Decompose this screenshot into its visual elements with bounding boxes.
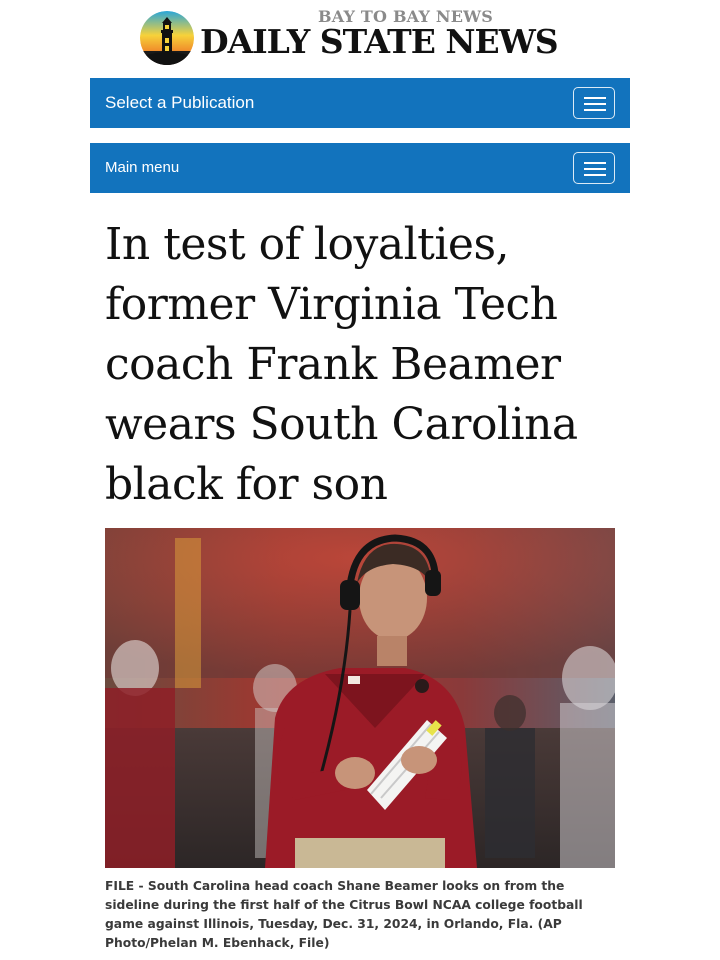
publication-selector-label[interactable]: Select a Publication (105, 78, 254, 128)
masthead: BAY TO BAY NEWS DAILY STATE NEWS (0, 0, 720, 72)
photo-caption: FILE - South Carolina head coach Shane B… (105, 879, 583, 950)
hamburger-menu-icon (584, 103, 606, 105)
hamburger-menu-icon (584, 174, 606, 176)
article-photo[interactable] (105, 528, 615, 868)
masthead-brand-title[interactable]: DAILY STATE NEWS (200, 22, 559, 61)
article-headline: In test of loyalties, former Virginia Te… (105, 219, 578, 510)
publication-menu-toggle-button[interactable] (573, 87, 615, 119)
main-menu-bar[interactable]: Main menu (90, 143, 630, 193)
hamburger-menu-icon (584, 168, 606, 170)
hamburger-menu-icon (584, 109, 606, 111)
hamburger-menu-icon (584, 97, 606, 99)
hamburger-menu-icon (584, 162, 606, 164)
publication-selector-bar[interactable]: Select a Publication (90, 78, 630, 128)
main-menu-label[interactable]: Main menu (105, 143, 179, 193)
main-menu-toggle-button[interactable] (573, 152, 615, 184)
lighthouse-sunset-icon[interactable] (140, 11, 194, 65)
